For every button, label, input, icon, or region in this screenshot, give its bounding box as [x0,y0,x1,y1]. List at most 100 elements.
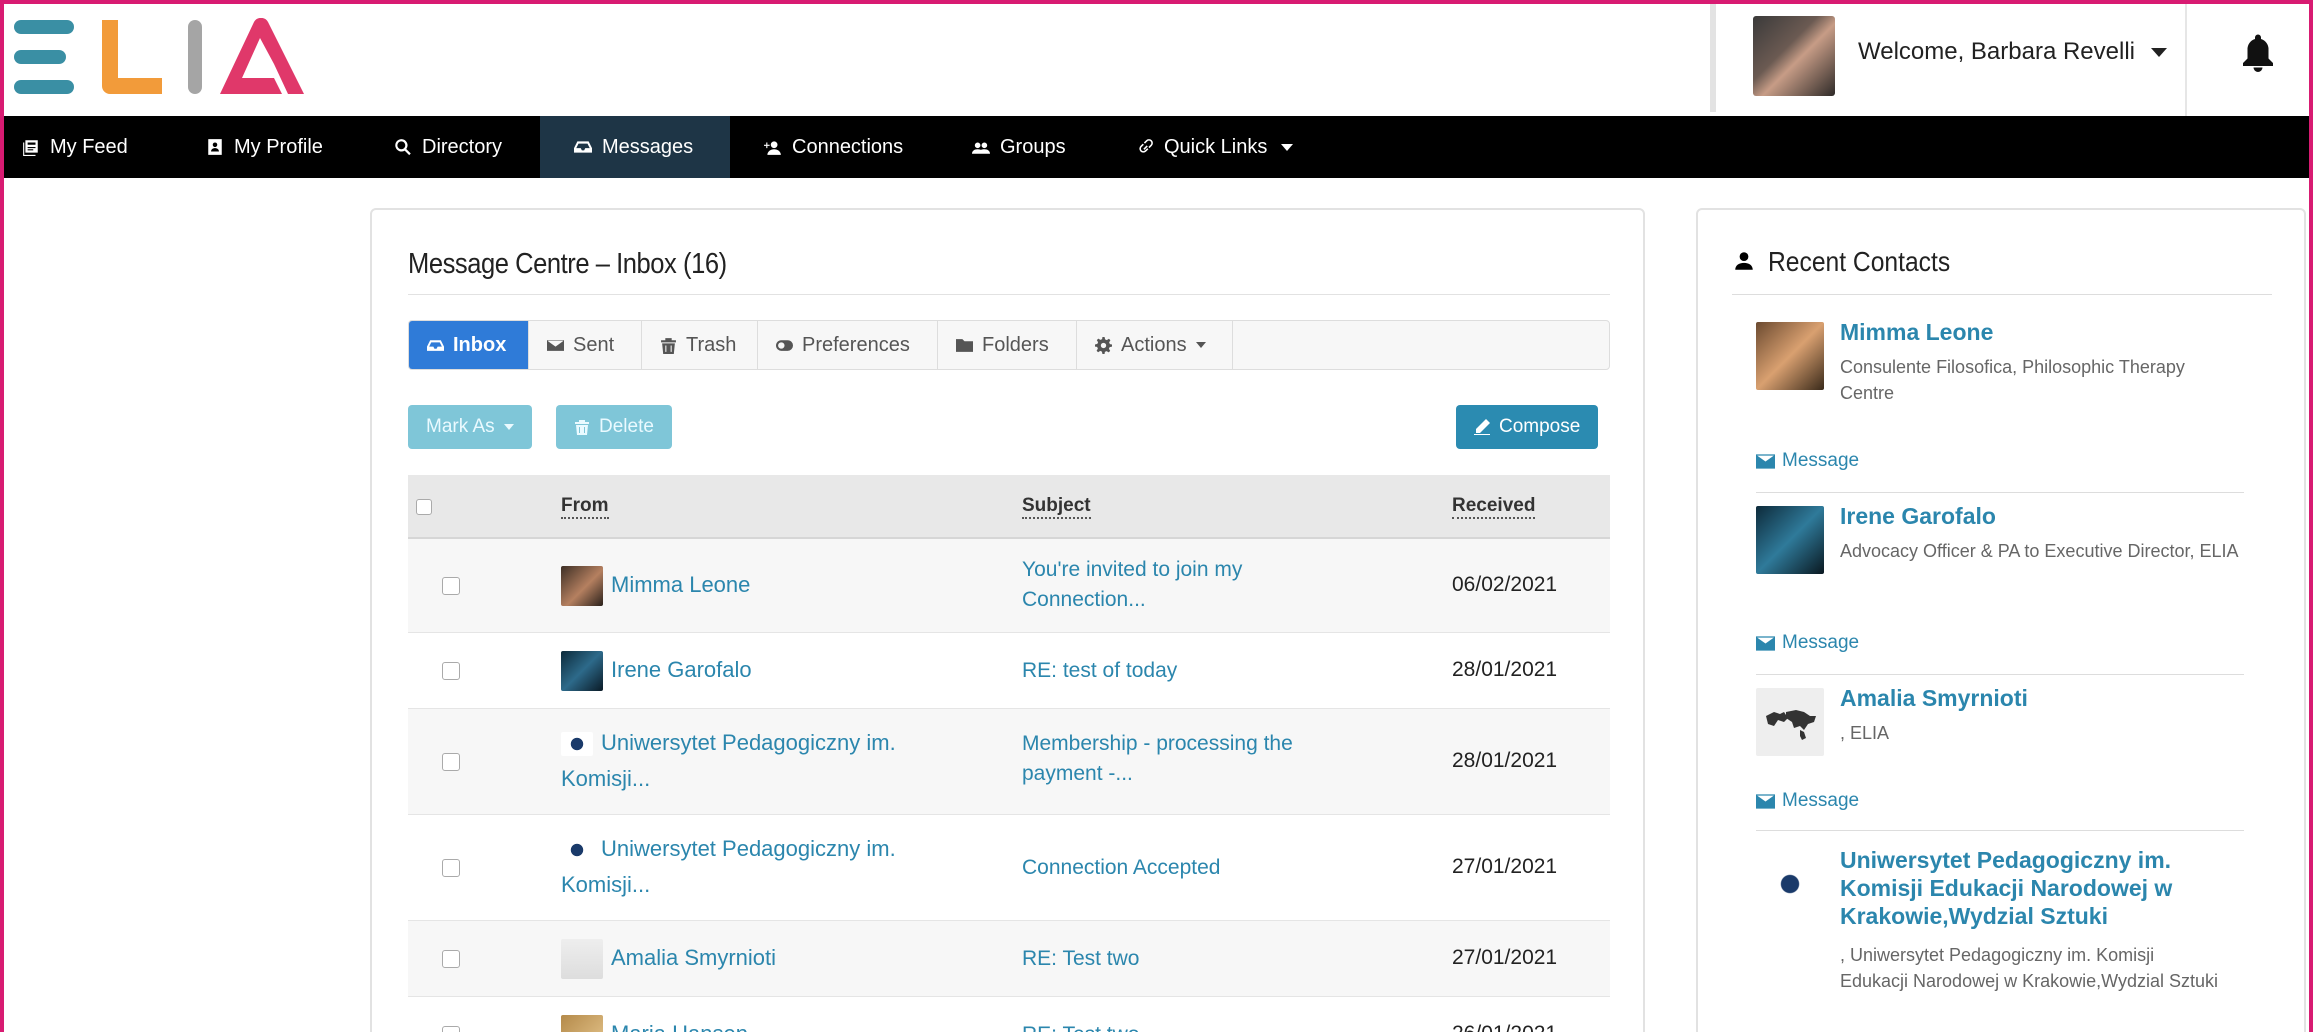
message-subject[interactable]: RE: Test two [1022,944,1342,974]
nav-my-feed[interactable]: My Feed [4,116,188,178]
contact-name[interactable]: Uniwersytet Pedagogiczny im. Komisji Edu… [1840,846,2200,930]
chevron-down-icon [503,424,514,430]
select-all-checkbox[interactable] [416,499,432,515]
message-centre-panel: Message Centre – Inbox (16) Inbox Sent T… [370,208,1645,1032]
avatar [561,651,603,691]
nav-quick-links[interactable]: Quick Links [1106,116,1315,178]
contact-name[interactable]: Amalia Smyrnioti [1840,684,2240,712]
nav-my-profile[interactable]: My Profile [188,116,376,178]
tab-label: Trash [686,333,737,356]
profile-icon [208,139,222,155]
message-link-label: Message [1782,632,1860,653]
from-name: Uniwersytet Pedagogiczny im. Komisji... [561,836,896,897]
table-row[interactable]: Uniwersytet Pedagogiczny im. Komisji... … [408,815,1610,921]
nav-messages[interactable]: Messages [540,116,730,178]
contact-description: Consulente Filosofica, Philosophic Thera… [1840,357,2185,403]
row-checkbox[interactable] [442,950,460,968]
row-checkbox[interactable] [442,1026,460,1032]
button-label: Delete [599,416,654,437]
university-logo-icon[interactable] [1756,850,1824,918]
button-label: Compose [1499,416,1581,437]
inbox-icon [427,339,444,351]
envelope-icon [1756,453,1775,469]
delete-button[interactable]: Delete [556,405,672,449]
avatar[interactable] [1756,322,1824,390]
message-from[interactable]: Mimma Leone [561,566,750,606]
column-subject[interactable]: Subject [1022,495,1091,519]
message-from[interactable]: Irene Garofalo [561,651,752,691]
nav-label: Quick Links [1164,135,1268,158]
mark-as-button[interactable]: Mark As [408,405,532,449]
row-checkbox[interactable] [442,859,460,877]
nav-label: Connections [792,135,904,158]
message-date: 06/02/2021 [1452,573,1558,596]
world-map-icon[interactable] [1756,688,1824,756]
tab-label: Actions [1121,333,1187,356]
column-from[interactable]: From [561,495,609,519]
row-checkbox[interactable] [442,662,460,680]
nav-label: My Feed [50,135,128,158]
button-label: Mark As [426,416,495,437]
message-from[interactable]: Amalia Smyrnioti [561,939,776,979]
message-from[interactable]: Maria Hansen [561,1015,748,1032]
message-link-label: Message [1782,790,1860,811]
nav-label: Groups [1000,135,1066,158]
nav-label: Messages [602,135,694,158]
toggle-icon [776,339,793,351]
table-row[interactable]: Uniwersytet Pedagogiczny im. Komisji... … [408,709,1610,815]
contact-name[interactable]: Irene Garofalo [1840,502,2240,530]
tab-preferences[interactable]: Preferences [758,321,938,369]
trash-icon [661,337,676,354]
message-subject[interactable]: You're invited to join my Connection... [1022,555,1342,615]
message-subject[interactable]: Membership - processing the payment -... [1022,729,1342,789]
folder-icon [956,338,973,352]
nav-groups[interactable]: Groups [942,116,1106,178]
tab-inbox[interactable]: Inbox [409,321,529,369]
contact-description: , Uniwersytet Pedagogiczny im. Komisji E… [1840,945,2218,991]
elia-logo[interactable] [14,18,314,96]
tab-actions[interactable]: Actions [1077,321,1233,369]
row-checkbox[interactable] [442,753,460,771]
message-table: From Subject Received Mimma Leone You're… [408,475,1610,1032]
message-subject[interactable]: RE: test of today [1022,656,1342,686]
divider [1732,294,2272,295]
envelope-icon [1756,793,1775,809]
table-row[interactable]: Mimma Leone You're invited to join my Co… [408,539,1610,633]
divider [408,294,1610,295]
from-name: Uniwersytet Pedagogiczny im. Komisji... [561,730,896,791]
user-area: Welcome, Barbara Revelli [1710,0,2313,116]
from-name: Maria Hansen [611,1021,748,1032]
from-name: Mimma Leone [611,571,751,597]
tab-trash[interactable]: Trash [642,321,758,369]
message-from[interactable]: Uniwersytet Pedagogiczny im. Komisji... [561,831,941,903]
user-menu[interactable]: Welcome, Barbara Revelli [1858,38,2167,66]
compose-button[interactable]: Compose [1456,405,1599,449]
row-checkbox[interactable] [442,577,460,595]
pencil-icon [1474,419,1490,435]
message-date: 28/01/2021 [1452,658,1558,681]
nav-directory[interactable]: Directory [376,116,540,178]
avatar[interactable] [1753,16,1835,96]
table-row[interactable]: Irene Garofalo RE: test of today 28/01/2… [408,633,1610,709]
tab-sent[interactable]: Sent [529,321,642,369]
message-subject[interactable]: Connection Accepted [1022,853,1342,883]
message-from[interactable]: Uniwersytet Pedagogiczny im. Komisji... [561,725,941,797]
tab-label: Sent [573,333,615,356]
tab-folders[interactable]: Folders [938,321,1077,369]
contact-name[interactable]: Mimma Leone [1840,318,2240,346]
message-link[interactable]: Message [1756,790,1859,812]
message-link-label: Message [1782,450,1860,471]
avatar[interactable] [1756,506,1824,574]
nav-connections[interactable]: Connections [730,116,942,178]
bell-icon[interactable] [2240,34,2276,74]
message-link[interactable]: Message [1756,632,1859,654]
tab-label: Folders [982,333,1049,356]
avatar [561,1015,603,1032]
message-link[interactable]: Message [1756,450,1859,472]
column-received[interactable]: Received [1452,495,1536,519]
table-row[interactable]: Maria Hansen RE: Test two 26/01/2021 [408,997,1610,1032]
university-logo-icon [561,732,593,757]
divider [1756,492,2244,493]
table-row[interactable]: Amalia Smyrnioti RE: Test two 27/01/2021 [408,921,1610,997]
message-subject[interactable]: RE: Test two [1022,1020,1342,1032]
